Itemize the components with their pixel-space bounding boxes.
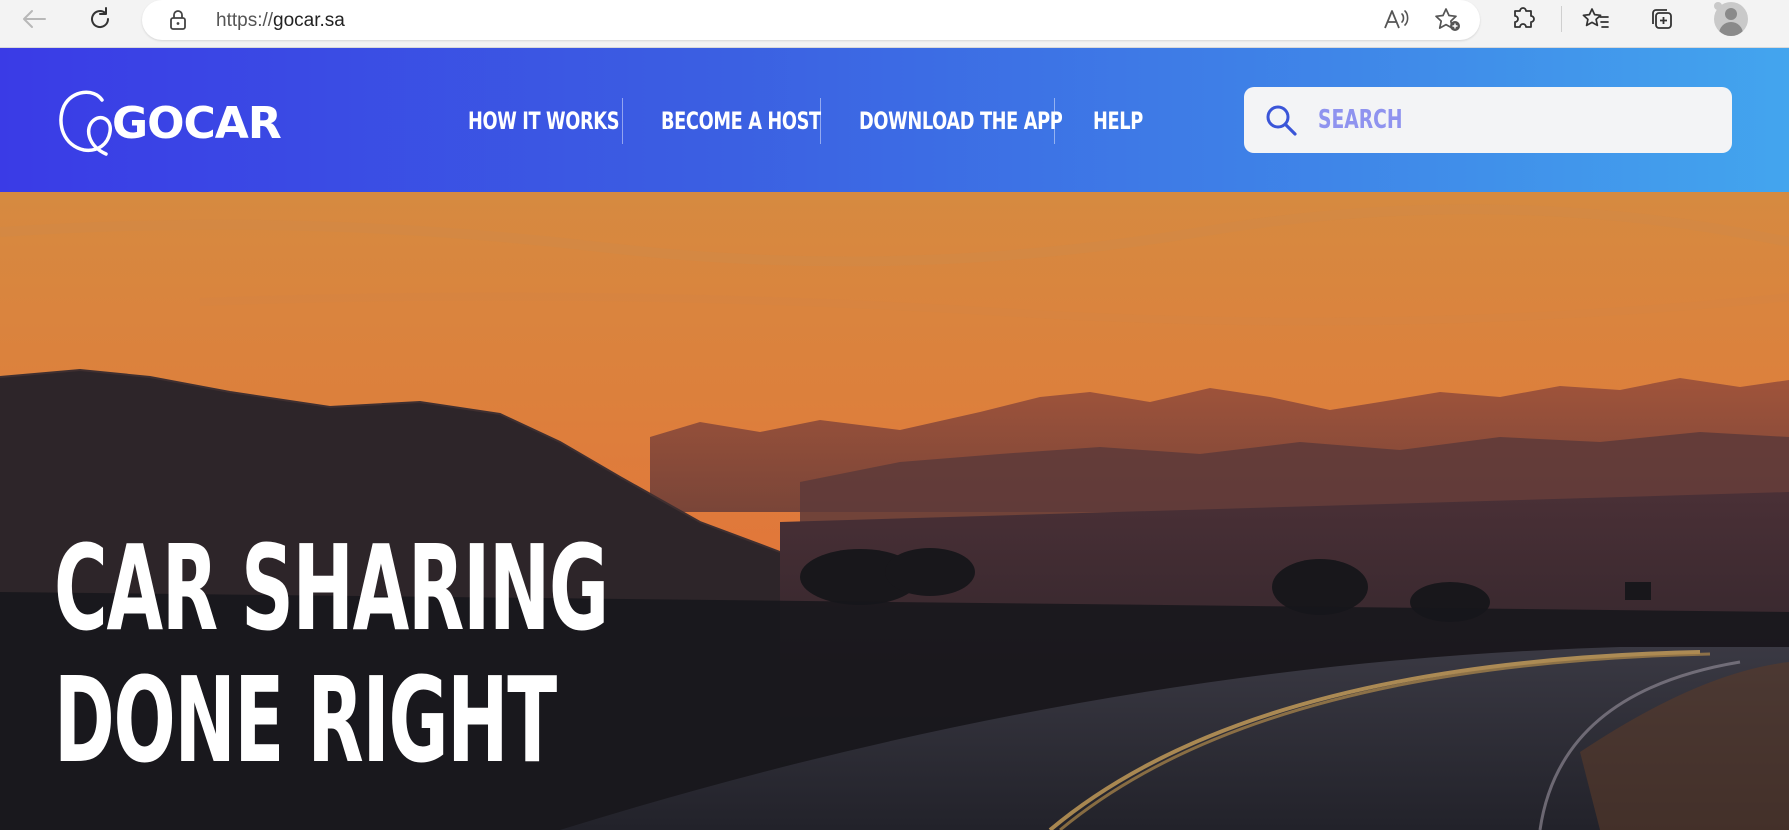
- browser-toolbar: https://gocar.sa: [0, 0, 1789, 48]
- collections-button[interactable]: [1640, 0, 1684, 38]
- nav-download-the-app[interactable]: DOWNLOAD THE APP: [820, 98, 1063, 144]
- site-logo[interactable]: GOCAR: [54, 84, 282, 158]
- url-host: gocar.sa: [273, 10, 345, 31]
- toolbar-separator: [1561, 6, 1562, 32]
- back-button[interactable]: [12, 0, 56, 38]
- lock-icon[interactable]: [168, 9, 188, 31]
- profile-body: [1719, 22, 1743, 36]
- refresh-icon: [87, 6, 113, 32]
- address-bar[interactable]: https://gocar.sa: [142, 0, 1480, 40]
- nav-label: HELP: [1093, 107, 1143, 135]
- nav-label: BECOME A HOST: [661, 107, 821, 135]
- url-text[interactable]: https://gocar.sa: [216, 10, 345, 32]
- hero-headline: CAR SHARING DONE RIGHT: [54, 519, 609, 789]
- main-nav: HOW IT WORKS BECOME A HOST DOWNLOAD THE …: [430, 96, 1174, 146]
- extensions-icon: [1511, 6, 1537, 32]
- hero-headline-line1: CAR SHARING: [54, 519, 609, 657]
- search-box[interactable]: [1244, 87, 1732, 153]
- search-icon[interactable]: [1264, 103, 1298, 142]
- back-icon: [21, 8, 47, 30]
- favorites-button[interactable]: [1574, 0, 1618, 38]
- collections-icon: [1649, 6, 1675, 32]
- hero-headline-line2: DONE RIGHT: [54, 651, 557, 789]
- nav-label: HOW IT WORKS: [468, 107, 620, 135]
- site-header: GOCAR HOW IT WORKS BECOME A HOST DOWNLOA…: [0, 48, 1789, 192]
- url-scheme: https://: [216, 10, 274, 31]
- add-favorite-icon[interactable]: [1434, 7, 1462, 33]
- logo-text: GOCAR: [112, 97, 282, 149]
- refresh-button[interactable]: [78, 0, 122, 38]
- profile-head: [1725, 8, 1737, 20]
- nav-how-it-works[interactable]: HOW IT WORKS: [430, 98, 622, 144]
- search-input[interactable]: [1318, 99, 1599, 141]
- favorites-icon: [1582, 6, 1610, 32]
- read-aloud-icon[interactable]: [1382, 8, 1410, 32]
- notification-dot: [1714, 2, 1722, 10]
- nav-label: DOWNLOAD THE APP: [859, 107, 1063, 135]
- nav-become-a-host[interactable]: BECOME A HOST: [622, 98, 821, 144]
- hero-banner: CAR SHARING DONE RIGHT: [0, 192, 1789, 830]
- nav-help[interactable]: HELP: [1054, 98, 1174, 144]
- extensions-button[interactable]: [1502, 0, 1546, 38]
- logo-swirl-icon: [59, 90, 112, 156]
